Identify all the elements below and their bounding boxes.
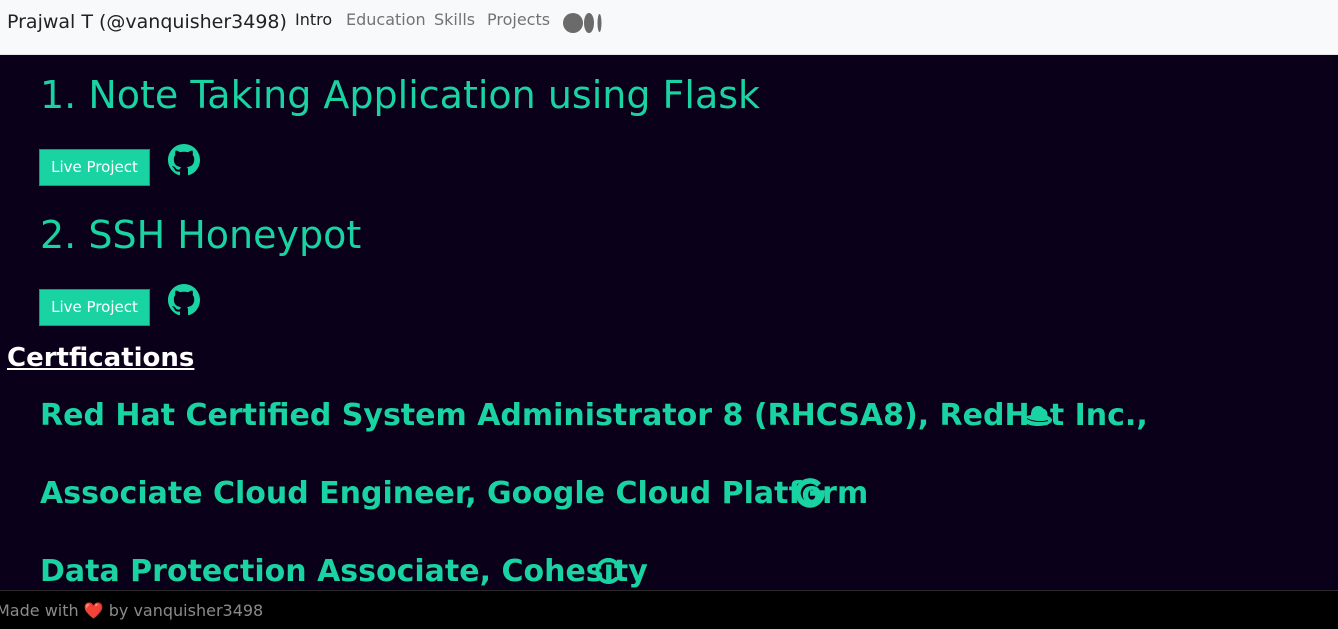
live-project-button-note-taking[interactable]: Live Project xyxy=(39,149,150,186)
project-title-note-taking: 1. Note Taking Application using Flask xyxy=(40,73,761,117)
redhat-icon xyxy=(1023,406,1052,426)
github-icon[interactable] xyxy=(168,144,200,176)
navbar: Prajwal T (@vanquisher3498) Intro Educat… xyxy=(0,0,1338,55)
nav-link-skills[interactable]: Skills xyxy=(434,10,475,29)
project-title-ssh-honeypot: 2. SSH Honeypot xyxy=(40,213,362,257)
certifications-heading: Certfications xyxy=(7,343,195,373)
github-icon[interactable] xyxy=(168,284,200,316)
medium-icon[interactable] xyxy=(563,12,605,34)
footer-prefix: Made with xyxy=(0,601,79,620)
footer-author: by vanquisher3498 xyxy=(108,601,264,620)
brand-link[interactable]: Prajwal T (@vanquisher3498) xyxy=(7,11,287,33)
nav-link-projects[interactable]: Projects xyxy=(487,10,550,29)
nav-link-education[interactable]: Education xyxy=(346,10,426,29)
live-project-button-ssh-honeypot[interactable]: Live Project xyxy=(39,289,150,326)
main-content: 1. Note Taking Application using Flask L… xyxy=(0,55,1338,590)
cohesity-icon xyxy=(595,558,618,584)
cert-gcp-ace: Associate Cloud Engineer, Google Cloud P… xyxy=(40,476,869,511)
footer-text: Made with ❤️ by vanquisher3498 xyxy=(0,601,263,620)
cert-rhcsa: Red Hat Certified System Administrator 8… xyxy=(40,398,1148,433)
cert-cohesity: Data Protection Associate, Cohesity xyxy=(40,554,648,589)
nav-link-intro[interactable]: Intro xyxy=(295,10,332,29)
heart-icon: ❤️ xyxy=(83,601,104,620)
google-icon xyxy=(795,478,825,508)
footer: Made with ❤️ by vanquisher3498 xyxy=(0,590,1338,629)
